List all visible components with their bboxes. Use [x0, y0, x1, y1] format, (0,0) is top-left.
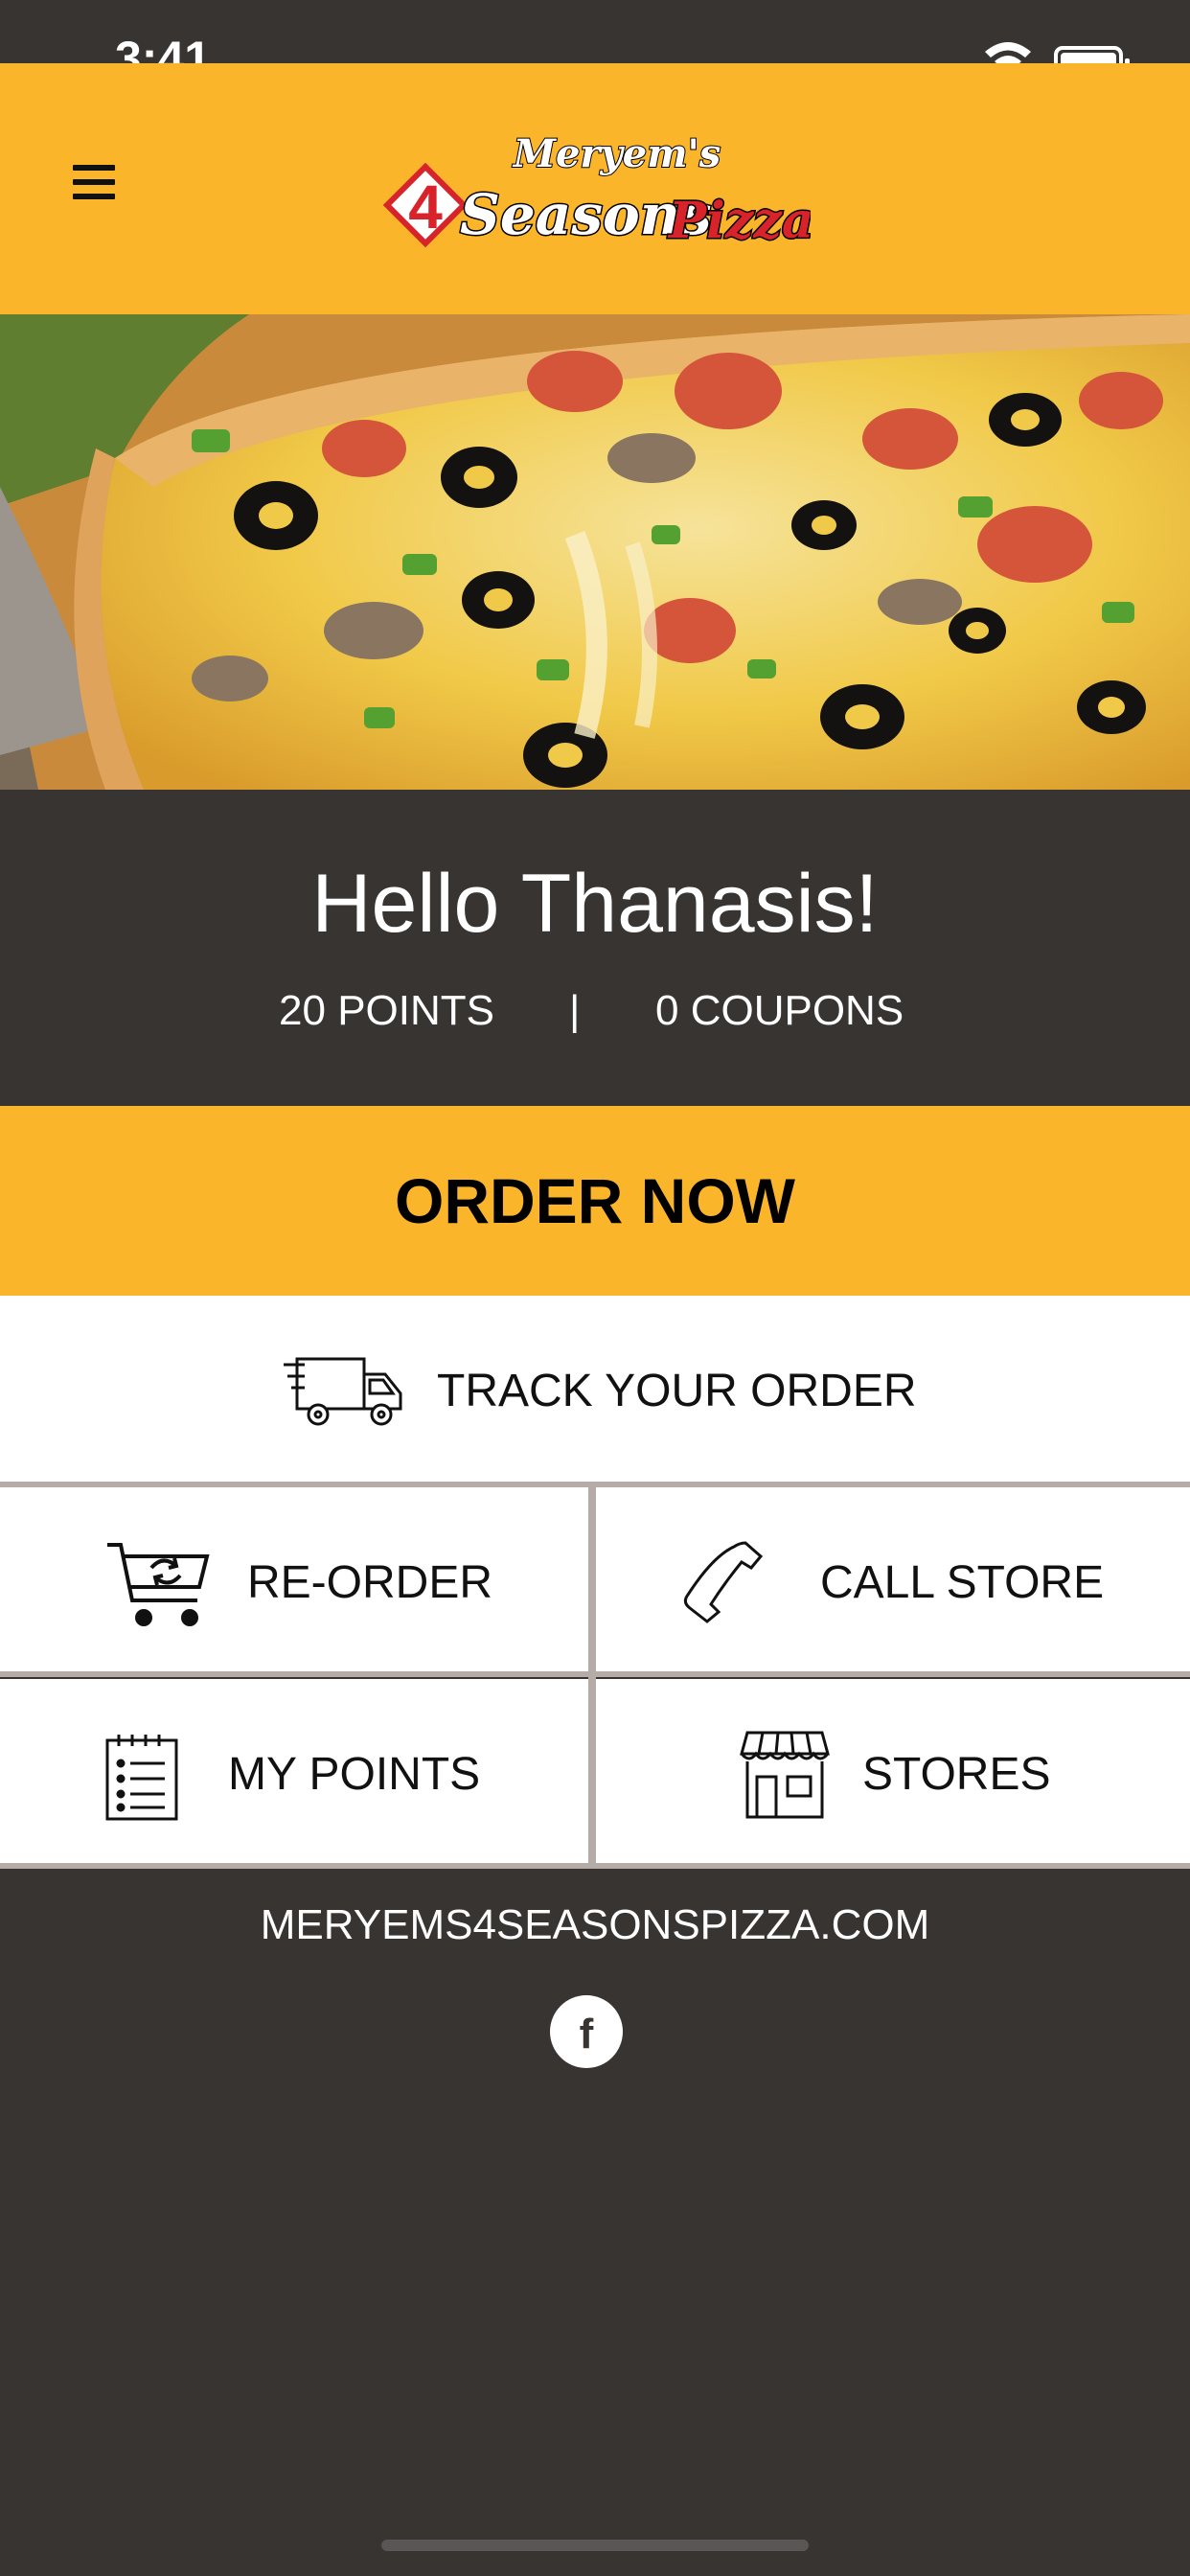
checklist-icon [105, 1735, 178, 1821]
greeting-title: Hello Thanasis! [311, 858, 879, 950]
reorder-button[interactable]: RE-ORDER [0, 1487, 588, 1671]
svg-text:4: 4 [408, 172, 443, 242]
my-points-button[interactable]: MY POINTS [0, 1679, 588, 1863]
track-order-button[interactable]: TRACK YOUR ORDER [0, 1296, 1190, 1482]
stores-button[interactable]: STORES [596, 1679, 1190, 1863]
divider [588, 1487, 596, 1863]
storefront-icon [740, 1731, 830, 1819]
my-points-label: MY POINTS [228, 1749, 481, 1800]
status-bar: 3:41 [0, 0, 1190, 85]
call-store-label: CALL STORE [820, 1557, 1105, 1608]
stats-separator: | [569, 987, 581, 1034]
menu-icon[interactable] [69, 165, 126, 213]
brand-logo: 4 Meryem's Seasons Pizza [382, 130, 811, 252]
coupons-count: 0 COUPONS [655, 987, 904, 1034]
track-order-label: TRACK YOUR ORDER [437, 1366, 917, 1416]
cart-reorder-icon [107, 1543, 210, 1626]
facebook-icon[interactable]: f [550, 1995, 623, 2068]
points-count: 20 POINTS [279, 987, 494, 1034]
pizza-hero-image [0, 314, 1190, 790]
order-now-button[interactable]: ORDER NOW [0, 1106, 1190, 1296]
delivery-truck-icon [284, 1357, 402, 1426]
greeting-panel: Hello Thanasis! 20 POINTS | 0 COUPONS [0, 790, 1190, 1106]
phone-icon [683, 1541, 764, 1623]
home-indicator [381, 2540, 809, 2551]
svg-text:Meryem's: Meryem's [512, 131, 721, 176]
app-header: 4 Meryem's Seasons Pizza [0, 63, 1190, 314]
divider [0, 1863, 1190, 1869]
svg-text:Pizza: Pizza [667, 192, 811, 250]
stores-label: STORES [862, 1749, 1051, 1800]
reorder-label: RE-ORDER [247, 1557, 493, 1608]
call-store-button[interactable]: CALL STORE [596, 1487, 1190, 1671]
website-link[interactable]: MERYEMS4SEASONSPIZZA.COM [0, 1901, 1190, 1949]
